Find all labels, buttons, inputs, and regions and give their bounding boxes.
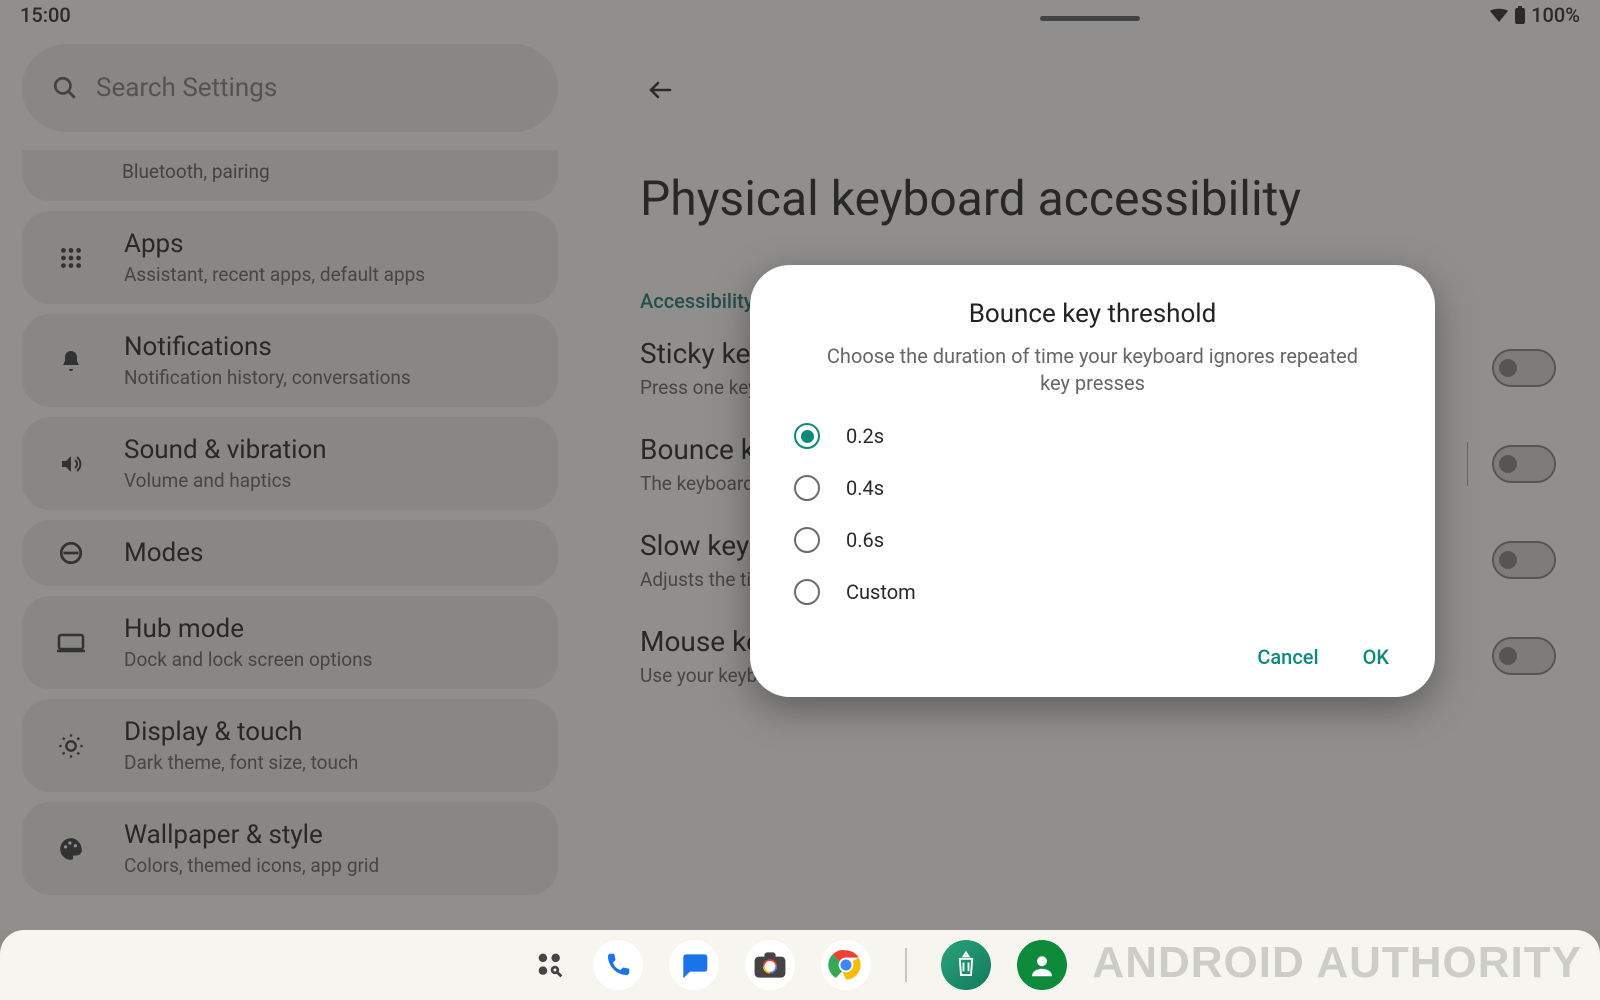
radio-icon[interactable] [794, 475, 820, 501]
ok-button[interactable]: OK [1363, 645, 1389, 669]
all-apps-icon[interactable] [533, 948, 567, 982]
radio-icon[interactable] [794, 579, 820, 605]
radio-icon[interactable] [794, 423, 820, 449]
dialog-title: Bounce key threshold [790, 299, 1395, 329]
contacts-app-icon[interactable] [1017, 940, 1067, 990]
radio-label: 0.4s [846, 476, 884, 500]
bounce-key-threshold-dialog: Bounce key threshold Choose the duration… [750, 265, 1435, 697]
radio-label: 0.2s [846, 424, 884, 448]
camera-app-icon[interactable] [745, 940, 795, 990]
radio-option-0.6s[interactable]: 0.6s [794, 527, 1395, 553]
taskbar-divider [905, 948, 907, 982]
chrome-app-icon[interactable] [821, 940, 871, 990]
radio-icon[interactable] [794, 527, 820, 553]
radio-option-custom[interactable]: Custom [794, 579, 1395, 605]
messages-app-icon[interactable] [669, 940, 719, 990]
radio-option-0.4s[interactable]: 0.4s [794, 475, 1395, 501]
radio-option-0.2s[interactable]: 0.2s [794, 423, 1395, 449]
cancel-button[interactable]: Cancel [1257, 645, 1318, 669]
dialog-description: Choose the duration of time your keyboar… [790, 343, 1395, 397]
radio-label: 0.6s [846, 528, 884, 552]
watermark: ANDROID AUTHORITY [1092, 938, 1582, 988]
phone-app-icon[interactable] [593, 940, 643, 990]
radio-label: Custom [846, 580, 916, 604]
magisk-app-icon[interactable] [941, 940, 991, 990]
